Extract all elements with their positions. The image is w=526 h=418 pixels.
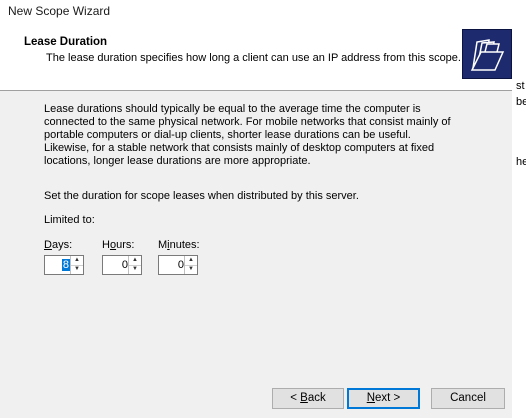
- cancel-button[interactable]: Cancel: [431, 388, 505, 409]
- background-text: be: [516, 96, 526, 108]
- wizard-header: Lease Duration The lease duration specif…: [0, 24, 512, 91]
- down-arrow-icon[interactable]: ▼: [185, 265, 197, 274]
- days-label: Days:: [44, 239, 72, 251]
- background-text: he: [516, 156, 526, 168]
- minutes-label-text: nutes:: [169, 239, 200, 251]
- title-bar: New Scope Wizard: [0, 0, 512, 24]
- minutes-spinbox[interactable]: 0 ▲ ▼: [158, 255, 198, 275]
- page-title: Lease Duration: [24, 36, 108, 48]
- back-button-prefix: <: [290, 392, 301, 404]
- back-button[interactable]: < Back: [272, 388, 344, 409]
- days-label-accelerator: D: [44, 239, 52, 251]
- days-spin-buttons: ▲ ▼: [70, 256, 83, 274]
- background-text: st: [516, 80, 525, 92]
- explanation-line: Lease durations should typically be equa…: [44, 103, 421, 115]
- minutes-spin-buttons: ▲ ▼: [184, 256, 197, 274]
- hours-spinbox[interactable]: 0 ▲ ▼: [102, 255, 142, 275]
- window-title: New Scope Wizard: [8, 4, 111, 18]
- down-arrow-icon[interactable]: ▼: [71, 265, 83, 274]
- limited-to-label: Limited to:: [44, 214, 95, 226]
- minutes-label-prefix: M: [158, 239, 168, 251]
- explanation-line: portable computers or dial-up clients, s…: [44, 129, 411, 141]
- minutes-label: Minutes:: [158, 239, 200, 251]
- background-window-edge: st be he: [512, 0, 526, 418]
- wizard-window: New Scope Wizard Lease Duration The leas…: [0, 0, 513, 418]
- next-button-label: ext >: [375, 392, 401, 404]
- back-button-label: ack: [307, 392, 326, 404]
- hours-label-text: urs:: [116, 239, 135, 251]
- next-button[interactable]: Next >: [347, 388, 420, 409]
- explanation-text: Lease durations should typically be equa…: [44, 103, 454, 168]
- days-spinbox[interactable]: 8 ▲ ▼: [44, 255, 84, 275]
- days-value[interactable]: 8: [61, 259, 70, 271]
- explanation-line: connected to the same physical network. …: [44, 116, 451, 128]
- hours-label: Hours:: [102, 239, 134, 251]
- hours-label-prefix: H: [102, 239, 110, 251]
- days-label-text: ays:: [51, 239, 73, 251]
- hours-spin-buttons: ▲ ▼: [128, 256, 141, 274]
- explanation-line: locations, longer lease durations are mo…: [44, 155, 311, 167]
- open-folder-icon: [462, 29, 512, 79]
- back-button-accelerator: B: [300, 392, 308, 404]
- set-duration-label: Set the duration for scope leases when d…: [44, 190, 359, 202]
- down-arrow-icon[interactable]: ▼: [129, 265, 141, 274]
- page-subtitle: The lease duration specifies how long a …: [46, 52, 461, 64]
- next-button-accelerator: N: [366, 392, 376, 404]
- explanation-line: Likewise, for a stable network that cons…: [44, 142, 435, 154]
